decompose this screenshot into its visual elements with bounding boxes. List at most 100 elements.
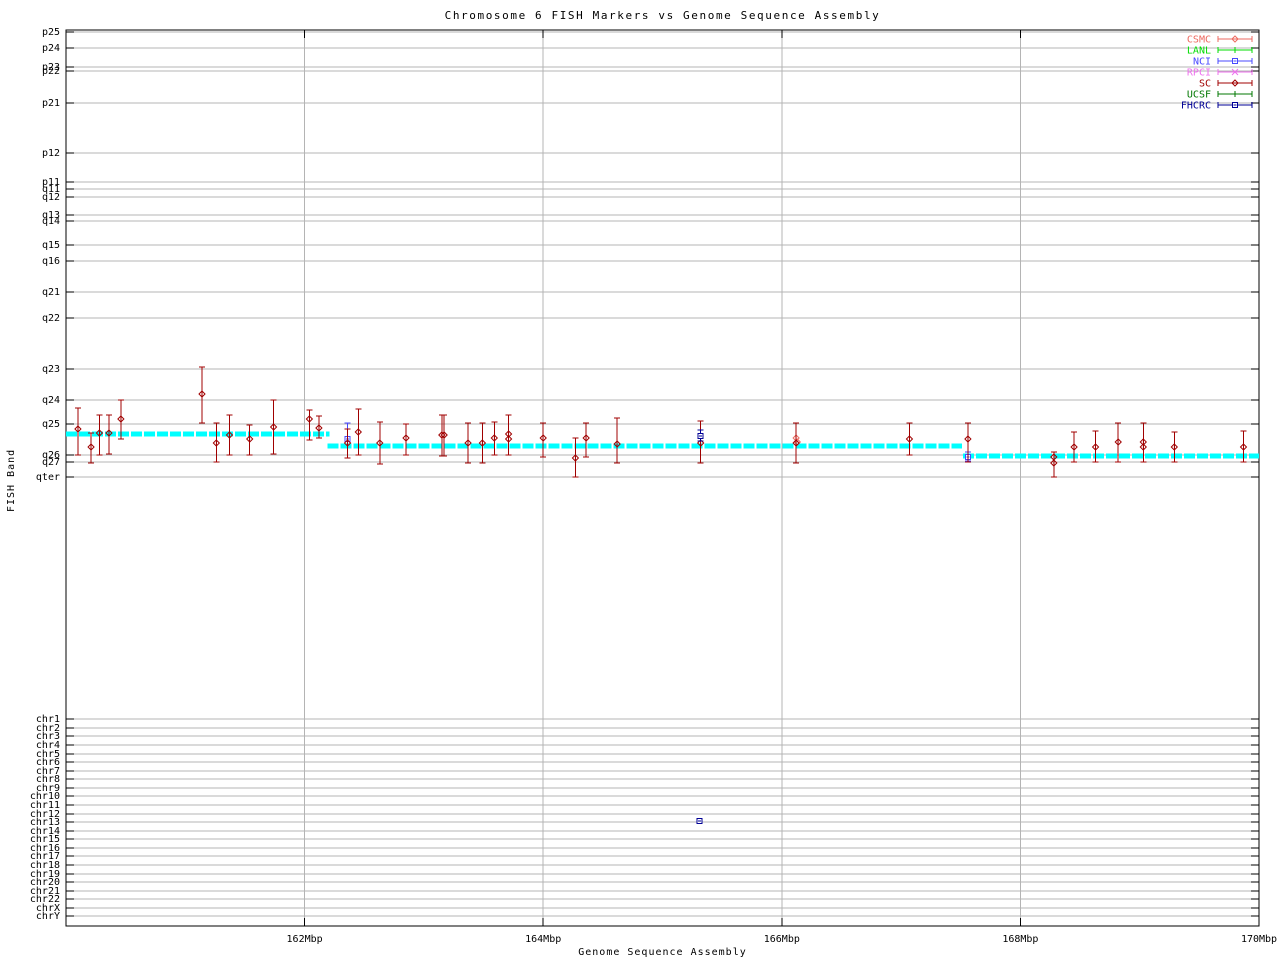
sc-marker-dot: [77, 428, 79, 430]
sc-marker-dot: [967, 438, 969, 440]
sc-marker-dot: [574, 457, 576, 459]
sc-marker-dot: [273, 426, 275, 428]
legend-item-sc: SC: [1199, 79, 1253, 90]
sc-marker-dot: [379, 442, 381, 444]
sc-point: [376, 421, 384, 465]
sc-marker-dot: [1053, 462, 1055, 464]
sc-point: [343, 428, 352, 459]
sc-marker-dot: [542, 437, 544, 439]
legend-item-ucsf: UCSF: [1187, 90, 1253, 101]
sc-marker-dot: [585, 437, 587, 439]
sc-point: [212, 422, 221, 463]
sc-point: [198, 366, 206, 424]
sc-marker-dot: [508, 438, 510, 440]
sc-marker-dot: [795, 442, 797, 444]
sc-marker-dot: [1142, 446, 1144, 448]
y-tick-label: q14: [42, 216, 60, 227]
sc-point: [504, 414, 513, 456]
legend-item-fhcrc: FHCRC: [1181, 101, 1253, 112]
sc-marker-dot: [1053, 456, 1055, 458]
sc-marker-dot: [215, 442, 217, 444]
sc-marker-dot: [108, 432, 110, 434]
legend-label: LANL: [1187, 46, 1211, 57]
sc-marker-dot: [201, 393, 203, 395]
fhcrc-point: [697, 429, 704, 442]
legend-item-csmc: CSMC: [1187, 35, 1253, 46]
sc-marker-dot: [1117, 441, 1119, 443]
sc-marker-dot: [318, 427, 320, 429]
sc-point: [792, 422, 800, 464]
sc-marker-dot: [249, 438, 251, 440]
legend-item-nci: NCI: [1193, 57, 1253, 68]
sc-marker-dot: [493, 437, 495, 439]
plot-area: p25p24p23p22p21p12p11q11q12q13q14q15q16q…: [30, 27, 1277, 945]
x-tick-label: 170Mbp: [1241, 934, 1277, 945]
y-tick-label: p24: [42, 43, 60, 54]
legend: CSMCLANLNCIRPCISCUCSFFHCRC: [1181, 35, 1253, 112]
sc-point: [490, 421, 498, 456]
sc-marker-dot: [467, 442, 469, 444]
sc-marker-dot: [481, 442, 483, 444]
sc-marker-dot: [1095, 446, 1097, 448]
sc-marker-dot: [308, 418, 310, 420]
x-tick-label: 162Mbp: [287, 934, 323, 945]
y-tick-label: p12: [42, 148, 60, 159]
sc-marker-dot: [405, 437, 407, 439]
gridlines: [66, 30, 1259, 926]
y-tick-label: q23: [42, 364, 60, 375]
plot-border: [65, 29, 1260, 927]
x-tick-label: 164Mbp: [525, 934, 561, 945]
y-tick-label: q22: [42, 313, 60, 324]
x-axis-title: Genome Sequence Assembly: [578, 947, 747, 958]
sc-point: [87, 432, 95, 464]
y-tick-label: qter: [36, 472, 60, 483]
fhcrc-point: [696, 818, 703, 824]
y-tick-label: p22: [42, 66, 60, 77]
sc-point: [105, 414, 113, 455]
sc-marker-dot: [120, 418, 122, 420]
sc-point: [582, 422, 590, 458]
y-tick-label: chrY: [36, 911, 60, 922]
y-tick-label: q12: [42, 192, 60, 203]
sc-point: [696, 420, 705, 464]
sc-marker-dot: [908, 438, 910, 440]
sc-marker-dot: [1173, 446, 1175, 448]
sc-marker-dot: [347, 442, 349, 444]
sc-point: [464, 422, 472, 464]
sc-marker-dot: [1073, 446, 1075, 448]
legend-label: FHCRC: [1181, 101, 1211, 112]
y-axis-title: FISH Band: [6, 448, 17, 512]
x-tick-label: 168Mbp: [1002, 934, 1038, 945]
sc-marker-dot: [90, 446, 92, 448]
legend-item-lanl: LANL: [1187, 46, 1253, 57]
sc-point: [905, 422, 914, 456]
y-tick-label: p25: [42, 27, 60, 38]
legend-label: RPCI: [1187, 68, 1211, 79]
sc-point: [613, 417, 621, 464]
y-tick-label: q21: [42, 287, 60, 298]
sc-marker-dot: [357, 431, 359, 433]
sc-point: [246, 424, 254, 456]
fish-marker-plot: p25 p24 p23 p22 p21 p12 p11 q11 q12 q13 q14 q15 q16 q…: [0, 0, 1280, 960]
sc-marker-dot: [508, 433, 510, 435]
sc-point: [269, 399, 278, 455]
sc-marker-dot: [228, 434, 230, 436]
axis-ticks: [66, 30, 1260, 926]
x-tick-label: 166Mbp: [764, 934, 800, 945]
sc-point: [402, 423, 410, 456]
legend-label: UCSF: [1187, 90, 1211, 101]
legend-item-rpci: RPCI: [1187, 68, 1253, 79]
legend-sample-marker-dot: [1234, 82, 1236, 84]
y-tick-label: q25: [42, 419, 60, 430]
legend-label: SC: [1199, 79, 1211, 90]
sc-marker-dot: [443, 434, 445, 436]
sc-marker-dot: [1142, 441, 1144, 443]
sc-series: [74, 366, 1248, 478]
sc-marker-dot: [98, 432, 100, 434]
y-tick-label: q27: [42, 457, 60, 468]
fhcrc-series: [696, 429, 704, 824]
tick-labels: p25p24p23p22p21p12p11q11q12q13q14q15q16q…: [30, 27, 1277, 945]
legend-sample-marker: [1232, 91, 1238, 97]
sc-point: [478, 422, 487, 464]
y-tick-label: q24: [42, 395, 60, 406]
